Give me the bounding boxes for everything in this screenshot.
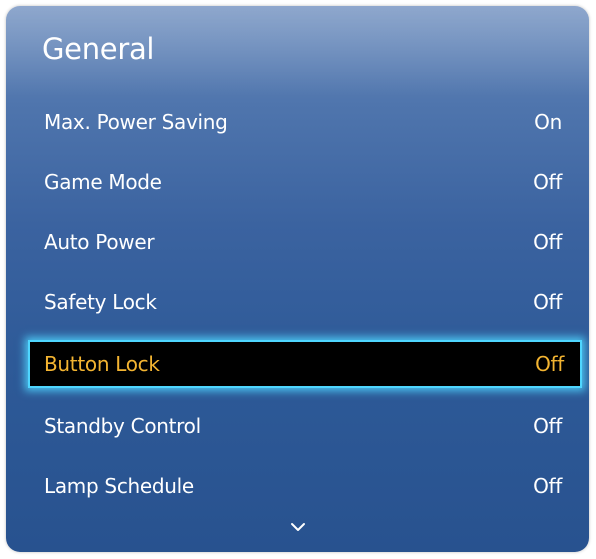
chevron-down-icon[interactable] [290,522,306,532]
menu-item-label: Lamp Schedule [44,474,194,498]
menu-item-game-mode[interactable]: Game Mode Off [26,158,580,206]
menu-item-label: Standby Control [44,414,201,438]
menu-item-value: Off [535,352,564,376]
menu-item-label: Max. Power Saving [44,110,228,134]
menu-item-button-lock[interactable]: Button Lock Off [28,340,582,388]
settings-menu-panel: General Max. Power Saving On Game Mode O… [6,6,589,552]
menu-item-value: Off [533,474,562,498]
menu-title: General [42,32,155,66]
menu-item-value: On [534,110,562,134]
menu-item-value: Off [533,290,562,314]
menu-item-standby-control[interactable]: Standby Control Off [26,402,580,450]
menu-item-max-power-saving[interactable]: Max. Power Saving On [26,98,580,146]
menu-item-auto-power[interactable]: Auto Power Off [26,218,580,266]
menu-item-label: Game Mode [44,170,162,194]
menu-item-value: Off [533,230,562,254]
menu-item-safety-lock[interactable]: Safety Lock Off [26,278,580,326]
menu-item-label: Safety Lock [44,290,157,314]
menu-item-value: Off [533,414,562,438]
menu-item-lamp-schedule[interactable]: Lamp Schedule Off [26,462,580,510]
menu-item-label: Button Lock [44,352,160,376]
menu-item-label: Auto Power [44,230,155,254]
menu-item-value: Off [533,170,562,194]
